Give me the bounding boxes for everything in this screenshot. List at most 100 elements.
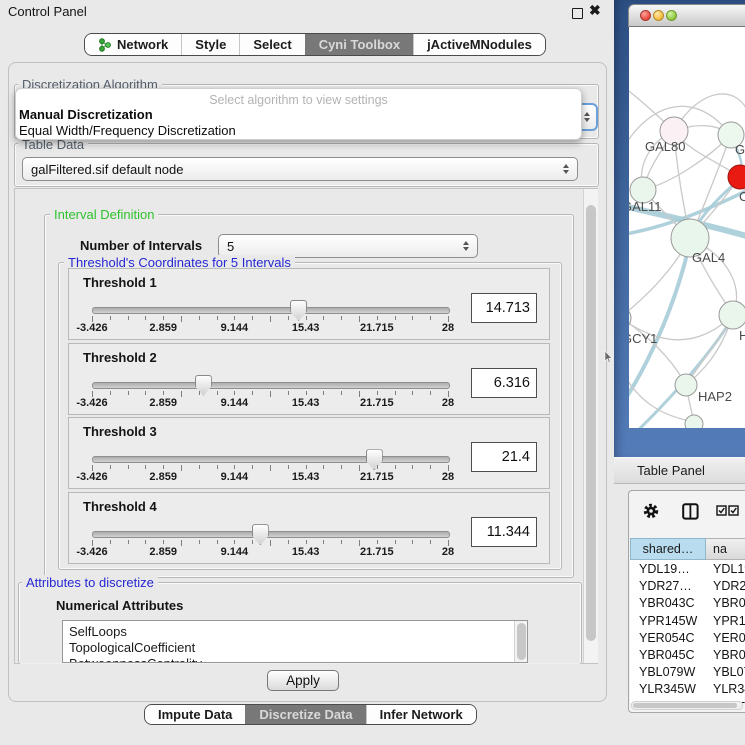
threshold-value-field[interactable]: 6.316 [471, 368, 537, 398]
threshold-label: Threshold 2 [83, 350, 157, 365]
slider-tick [306, 540, 307, 544]
columns-icon[interactable] [682, 503, 699, 520]
slider-tick [270, 465, 271, 471]
number-of-intervals-label: Number of Intervals [80, 238, 202, 253]
slider-thumb[interactable] [195, 375, 212, 396]
tick-label: 21.715 [360, 546, 394, 558]
list-scrollbar[interactable] [514, 621, 527, 662]
tab-label: Cyni Toolbox [319, 37, 400, 52]
node-label: GAL80 [645, 139, 685, 154]
slider-thumb[interactable] [290, 300, 307, 321]
combo-arrows-icon [563, 164, 569, 174]
table-row[interactable]: YDR27…YDR27… [630, 579, 745, 596]
slider-track[interactable] [92, 456, 450, 463]
table-row[interactable]: YBL079WYBL079W [630, 665, 745, 682]
threshold-value-field[interactable]: 11.344 [471, 517, 537, 547]
slider-tick [145, 540, 146, 544]
threshold-value-field[interactable]: 21.4 [471, 442, 537, 472]
tick-label: 9.144 [221, 397, 249, 409]
tab-network[interactable]: Network [85, 34, 181, 55]
slider-tick [145, 316, 146, 320]
table-horizontal-scrollbar[interactable] [631, 701, 743, 710]
slider-thumb[interactable] [252, 524, 269, 545]
tab-label: Discretize Data [259, 707, 352, 722]
threshold-value-field[interactable]: 14.713 [471, 293, 537, 323]
slider-track[interactable] [92, 531, 450, 538]
node-label: H [739, 328, 745, 343]
tick-label: 28 [442, 471, 454, 483]
table-row[interactable]: YBR045CYBR045C [630, 648, 745, 665]
cell-shared-name: YBR043C [630, 596, 706, 613]
window-close-icon[interactable] [640, 10, 651, 21]
tab-discretize-data[interactable]: Discretize Data [245, 705, 365, 724]
threshold-label: Threshold 4 [83, 499, 157, 514]
checkbox-icon[interactable] [728, 505, 739, 516]
column-header-name[interactable]: na [706, 538, 745, 560]
close-icon[interactable]: ✖ [589, 2, 601, 19]
tab-cyni-toolbox[interactable]: Cyni Toolbox [305, 34, 413, 55]
slider-tick [412, 540, 413, 544]
slider-tick [145, 465, 146, 469]
tab-impute-data[interactable]: Impute Data [145, 705, 245, 724]
table-row[interactable]: YBR043CYBR043C [630, 596, 745, 613]
attribute-item-selfloops[interactable]: SelfLoops [69, 624, 127, 639]
gear-icon[interactable] [642, 502, 660, 520]
cell-shared-name: YDL19… [630, 562, 706, 579]
threshold-card-1: Threshold 1-3.4262.8599.14415.4321.71528… [68, 268, 550, 340]
float-icon[interactable] [572, 8, 583, 19]
slider-thumb[interactable] [366, 449, 383, 470]
attribute-item-betweennesscentrality[interactable]: BetweennessCentrality [69, 656, 202, 663]
window-minimize-icon[interactable] [653, 10, 664, 21]
tick-label: 15.43 [292, 546, 320, 558]
slider-tick [163, 465, 164, 469]
slider-tick [181, 540, 182, 546]
threshold-card-4: Threshold 4-3.4262.8599.14415.4321.71528… [68, 492, 550, 564]
slider-tick [181, 391, 182, 397]
slider-tick [199, 316, 200, 320]
tab-jactivemnodules[interactable]: jActiveMNodules [413, 34, 545, 55]
slider-track[interactable] [92, 307, 450, 314]
slider-tick [395, 391, 396, 395]
tab-select[interactable]: Select [239, 34, 304, 55]
slider-tick [234, 316, 235, 320]
column-header-shared-name[interactable]: shared… [630, 538, 706, 560]
slider-tick [270, 316, 271, 322]
cell-name: YPR145W [706, 614, 745, 631]
slider-track[interactable] [92, 382, 450, 389]
tick-label: 2.859 [149, 322, 177, 334]
network-node-h[interactable] [719, 301, 745, 329]
network-canvas[interactable]: GAL80GACGAL11GAL4GCY1HHAP2 [629, 27, 745, 428]
slider-tick [234, 465, 235, 469]
tab-style[interactable]: Style [181, 34, 239, 55]
dropdown-option-manual-discretization[interactable]: Manual Discretization [19, 107, 153, 122]
slider-tick [323, 391, 324, 395]
slider-tick [323, 540, 324, 544]
network-node-hap2[interactable] [675, 374, 697, 396]
tick-label: 21.715 [360, 471, 394, 483]
table-row[interactable]: YER054CYER054C [630, 631, 745, 648]
slider-tick [270, 391, 271, 397]
window-zoom-icon[interactable] [666, 10, 677, 21]
settings-scrollbar[interactable] [583, 189, 598, 663]
table-row[interactable]: YPR145WYPR145W [630, 614, 745, 631]
combo-arrows-icon [584, 112, 590, 122]
tick-label: 21.715 [360, 397, 394, 409]
apply-button[interactable]: Apply [267, 670, 339, 691]
slider-tick [217, 316, 218, 320]
table-row[interactable]: YDL19…YDL19… [630, 562, 745, 579]
slider-tick [163, 316, 164, 320]
table-data-combobox[interactable]: galFiltered.sif default node [22, 157, 578, 181]
tab-label: Network [117, 37, 168, 52]
attribute-item-topologicalcoefficient[interactable]: TopologicalCoefficient [69, 640, 195, 655]
tick-label: -3.426 [76, 546, 107, 558]
threshold-label: Threshold 3 [83, 424, 157, 439]
table-row[interactable]: YLR345WYLR345W [630, 682, 745, 699]
checkbox-icon[interactable] [716, 505, 727, 516]
attributes-list[interactable]: SelfLoopsTopologicalCoefficientBetweenne… [62, 620, 528, 663]
dropdown-option-equal-width-frequency-discretization[interactable]: Equal Width/Frequency Discretization [19, 123, 236, 138]
mouse-cursor [604, 351, 614, 364]
tab-infer-network[interactable]: Infer Network [366, 705, 476, 724]
slider-tick [234, 391, 235, 395]
tick-label: 28 [442, 397, 454, 409]
network-node[interactable] [685, 415, 703, 428]
